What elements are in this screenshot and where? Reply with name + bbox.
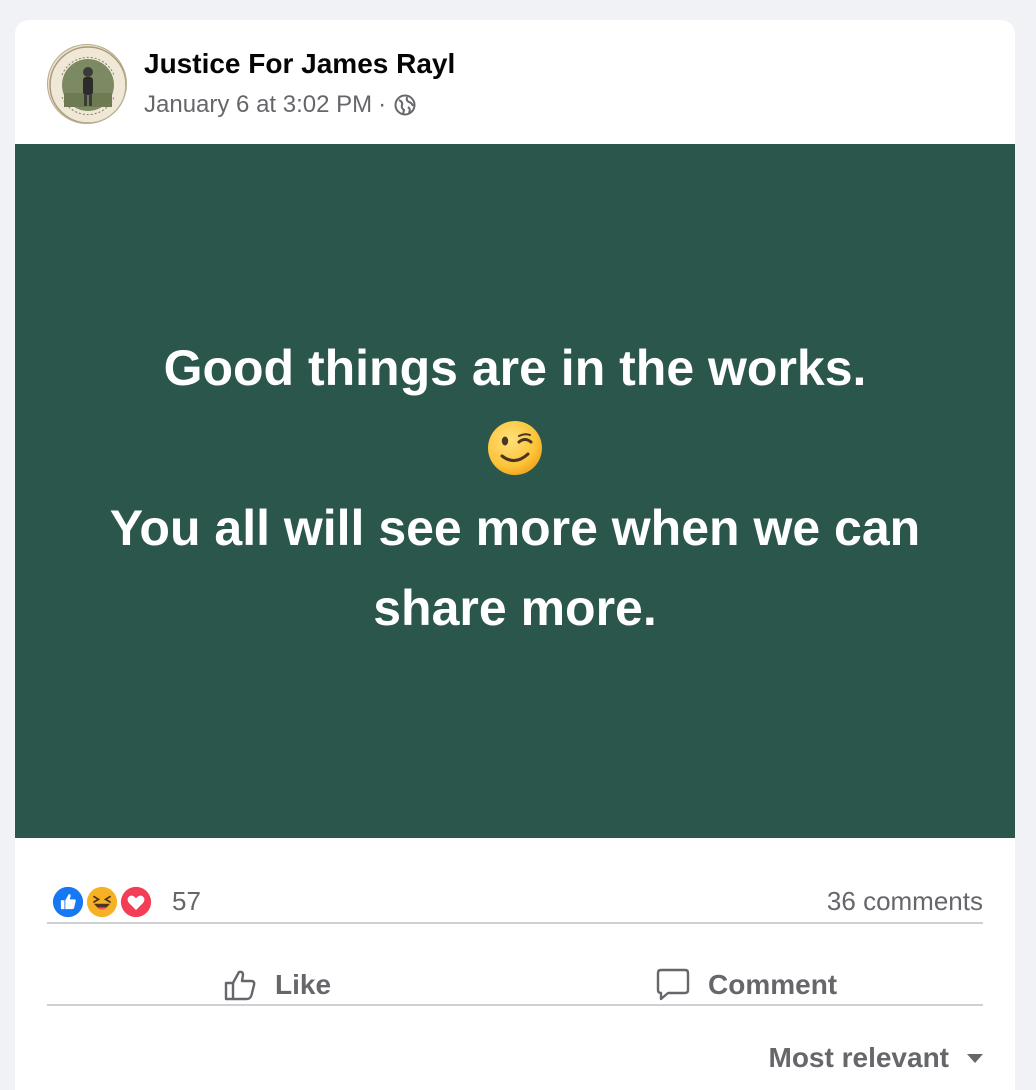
- caret-down-icon: [967, 1053, 983, 1063]
- sort-label: Most relevant: [768, 1042, 950, 1073]
- reactions-summary: 57 36 comments: [47, 858, 983, 944]
- thumbs-up-icon: [224, 970, 256, 1001]
- comment-button[interactable]: Comment: [654, 944, 837, 1026]
- reaction-icons[interactable]: [50, 884, 160, 920]
- post-header: Justice For James Rayl January 6 at 3:02…: [15, 20, 1015, 144]
- post-text-line-2: You all will see more when we can share …: [109, 500, 921, 636]
- like-button[interactable]: Like: [223, 944, 331, 1026]
- like-reaction-icon: [50, 884, 86, 920]
- comment-sort-dropdown[interactable]: Most relevant: [768, 1028, 983, 1088]
- divider: [47, 922, 983, 924]
- page-avatar[interactable]: [47, 44, 127, 124]
- meta-separator: ·: [378, 91, 387, 118]
- post-timestamp[interactable]: January 6 at 3:02 PM: [144, 91, 372, 119]
- avatar-image: [49, 46, 126, 123]
- comment-count[interactable]: 36 comments: [827, 886, 983, 917]
- post-card: Justice For James Rayl January 6 at 3:02…: [15, 20, 1015, 1090]
- reaction-count[interactable]: 57: [172, 886, 201, 917]
- post-text-line-1: Good things are in the works.: [163, 340, 867, 396]
- post-background[interactable]: Good things are in the works. You all wi…: [15, 144, 1015, 838]
- love-reaction-icon: [118, 884, 154, 920]
- globe-icon[interactable]: [394, 94, 416, 116]
- divider: [47, 1004, 983, 1006]
- haha-reaction-icon: [84, 884, 120, 920]
- winking-face-emoji: [75, 408, 955, 488]
- post-meta: January 6 at 3:02 PM ·: [144, 91, 416, 119]
- comment-label: Comment: [708, 969, 838, 1000]
- post-text: Good things are in the works. You all wi…: [75, 328, 955, 648]
- page-name[interactable]: Justice For James Rayl: [144, 48, 455, 80]
- like-label: Like: [275, 969, 332, 1000]
- comment-bubble-icon: [656, 968, 690, 1001]
